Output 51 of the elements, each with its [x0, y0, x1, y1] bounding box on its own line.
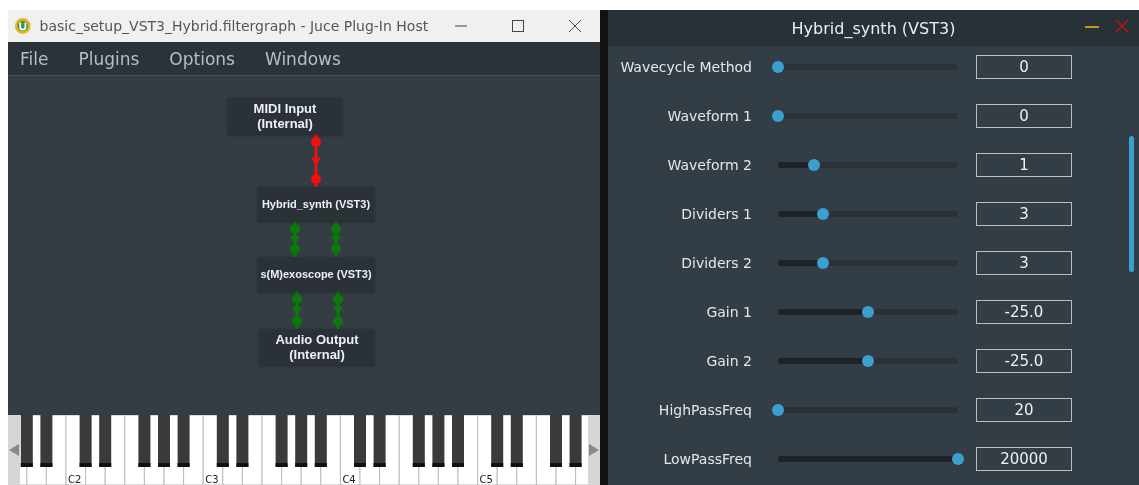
value-field[interactable]: 3 [976, 251, 1072, 275]
graph-node[interactable]: Hybrid_synth (VST3) [258, 187, 374, 221]
value-field[interactable]: 1 [976, 153, 1072, 177]
value-field[interactable]: 20000 [976, 447, 1072, 471]
parameter-label: Gain 2 [705, 353, 752, 369]
slider-thumb[interactable] [817, 257, 829, 269]
parameter-label: HighPassFreq [657, 402, 752, 418]
menu-item[interactable]: Options [169, 48, 235, 69]
parameter-label: Dividers 2 [680, 255, 752, 271]
slider-thumb[interactable] [772, 404, 784, 416]
graph-node[interactable]: MIDI Input (Internal) [228, 98, 342, 134]
parameter-label: LowPassFreq [662, 451, 752, 467]
piano-keyboard-drawing[interactable] [20, 415, 588, 485]
slider-thumb[interactable] [808, 159, 820, 171]
slider-thumb[interactable] [952, 453, 964, 465]
slider-thumb[interactable] [862, 306, 874, 318]
app-logo-icon [14, 16, 32, 36]
connection-line [291, 291, 303, 329]
slider-thumb[interactable] [772, 61, 784, 73]
note-label: C4 [342, 474, 356, 485]
note-label: C2 [68, 474, 82, 485]
window-title: basic_setup_VST3_Hybrid.filtergraph - Juce Plug-In Host [39, 18, 429, 34]
connection-line [310, 134, 322, 187]
scrollbar-thumb[interactable] [1129, 136, 1134, 272]
parameter-label: Wavecycle Method [619, 59, 752, 75]
connection-line [289, 221, 301, 257]
connection-line [332, 291, 344, 329]
menu-item[interactable]: Windows [264, 48, 341, 69]
value-field[interactable]: -25.0 [976, 349, 1072, 373]
value-field[interactable]: -25.0 [976, 300, 1072, 324]
slider-thumb[interactable] [772, 110, 784, 122]
menu-item[interactable]: File [20, 48, 49, 69]
connection-line [330, 221, 342, 257]
value-field[interactable]: 20 [976, 398, 1072, 422]
parameter-label: Waveform 2 [666, 157, 752, 173]
note-label: C3 [205, 474, 219, 485]
parameter-label: Dividers 1 [680, 206, 752, 222]
value-field[interactable]: 0 [976, 104, 1072, 128]
graph-node[interactable]: Audio Output (Internal) [260, 329, 374, 365]
value-field[interactable]: 3 [976, 202, 1072, 226]
graph-node[interactable]: s(M)exoscope (VST3) [258, 257, 374, 291]
value-field[interactable]: 0 [976, 55, 1072, 79]
slider-thumb[interactable] [817, 208, 829, 220]
note-label: C5 [479, 474, 493, 485]
parameter-label: Gain 1 [705, 304, 752, 320]
maximize-icon [511, 19, 526, 33]
close-icon [568, 19, 583, 33]
plugin-window-title: Hybrid_synth (VST3) [791, 18, 956, 38]
parameter-label: Waveform 1 [666, 108, 752, 124]
menu-item[interactable]: Plugins [78, 48, 140, 69]
slider-thumb[interactable] [862, 355, 874, 367]
